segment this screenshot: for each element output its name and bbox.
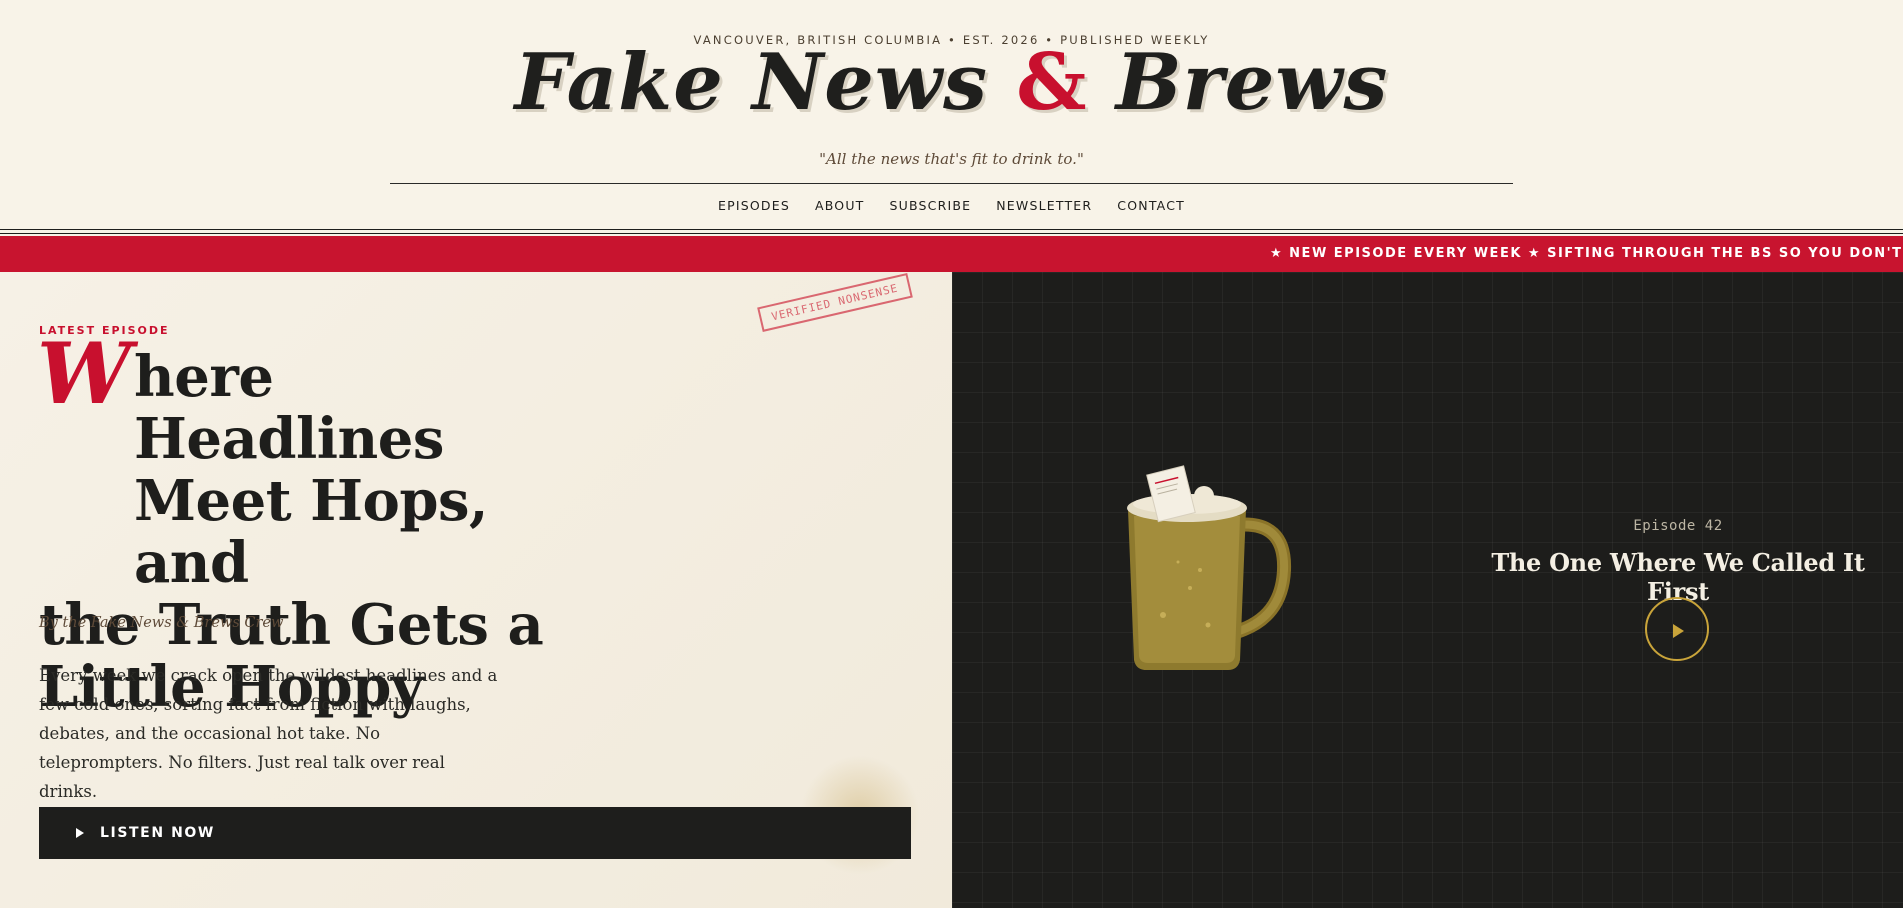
site-logo[interactable]: Fake News & Brews — [0, 44, 1903, 122]
nav-item-contact[interactable]: CONTACT — [1117, 198, 1185, 213]
news-ticker: ★ NEW EPISODE EVERY WEEK ★ SIFTING THROU… — [0, 236, 1903, 272]
play-icon — [76, 828, 84, 838]
listen-now-label: LISTEN NOW — [100, 825, 215, 841]
nav-item-episodes[interactable]: EPISODES — [718, 198, 790, 213]
byline: By the Fake News & Brews Crew — [39, 615, 284, 631]
header-rule-bottom — [0, 233, 1903, 234]
header-rule-top — [0, 229, 1903, 230]
beer-mug-icon — [1127, 465, 1292, 670]
logo-text-part1: Fake News — [514, 37, 988, 128]
masthead: VANCOUVER, BRITISH COLUMBIA • EST. 2026 … — [0, 0, 1903, 230]
episode-play-button[interactable] — [1645, 597, 1709, 661]
listen-now-button[interactable]: LISTEN NOW — [39, 807, 911, 859]
headline-line-1: here Headlines — [134, 344, 444, 472]
masthead-divider — [390, 183, 1513, 184]
ticker-text: ★ NEW EPISODE EVERY WEEK ★ SIFTING THROU… — [1270, 246, 1903, 261]
tagline: "All the news that's fit to drink to." — [819, 150, 1084, 168]
main-nav: EPISODES ABOUT SUBSCRIBE NEWSLETTER CONT… — [0, 198, 1903, 213]
logo-ampersand: & — [1016, 37, 1088, 128]
play-circle-icon — [1673, 624, 1684, 638]
headline-line-2: Meet Hops, and — [134, 468, 489, 596]
nav-item-about[interactable]: ABOUT — [815, 198, 865, 213]
hero-blurb: Every week we crack open the wildest hea… — [39, 666, 498, 801]
nav-item-subscribe[interactable]: SUBSCRIBE — [890, 198, 972, 213]
episode-number: Episode 42 — [1633, 518, 1723, 534]
logo-text-part2: Brews — [1115, 37, 1389, 128]
nav-item-newsletter[interactable]: NEWSLETTER — [996, 198, 1092, 213]
